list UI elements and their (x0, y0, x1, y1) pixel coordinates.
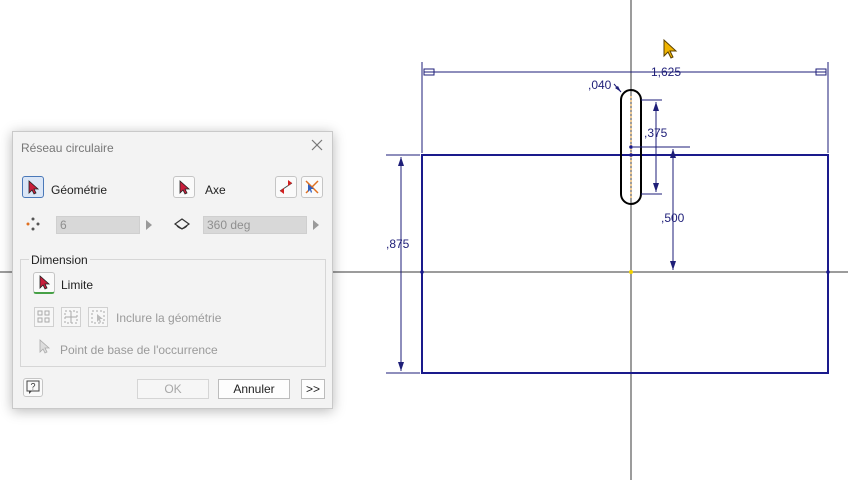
select-arrow-icon (39, 275, 51, 290)
svg-text:?: ? (31, 382, 36, 392)
angle-flyout-arrow-icon[interactable] (313, 220, 319, 230)
associative-icon (305, 180, 319, 194)
dimension-group-title: Dimension (29, 253, 90, 267)
select-arrow-icon (28, 180, 40, 195)
grid-pattern-icon (37, 310, 50, 323)
grid-center-icon (64, 310, 78, 324)
geometry-label: Géométrie (51, 183, 108, 197)
count-input[interactable]: 6 (56, 216, 140, 234)
include-geometry-button-3[interactable] (88, 307, 108, 327)
include-geometry-label: Inclure la géométrie (116, 311, 222, 325)
axis-select-button[interactable] (173, 176, 195, 198)
angle-input[interactable]: 360 deg (203, 216, 307, 234)
angle-icon (173, 218, 191, 230)
grid-select-icon (91, 310, 105, 324)
width-dimension[interactable]: 1,625 (421, 62, 829, 153)
ok-button[interactable]: OK (137, 379, 209, 399)
base-point-arrow-icon[interactable] (35, 337, 53, 357)
limit-select-button[interactable] (33, 272, 55, 294)
help-icon: ? (26, 380, 40, 394)
height-dimension[interactable]: ,875 (386, 154, 420, 374)
right-edge-point (826, 270, 830, 274)
help-button[interactable]: ? (23, 378, 43, 397)
cancel-button[interactable]: Annuler (218, 379, 290, 399)
mouse-cursor-icon (663, 38, 678, 59)
slot-offset-label[interactable]: ,500 (661, 211, 685, 225)
height-dimension-label[interactable]: ,875 (386, 237, 410, 251)
close-icon[interactable] (310, 138, 324, 152)
base-point-label: Point de base de l'occurrence (60, 343, 218, 357)
geometry-select-button[interactable] (22, 176, 44, 198)
circular-pattern-dialog: Réseau circulaire Géométrie Axe 6 360 de… (12, 131, 333, 409)
slot-length-label[interactable]: ,375 (644, 126, 668, 140)
associative-button[interactable] (301, 176, 323, 198)
width-dimension-label[interactable]: 1,625 (651, 65, 681, 79)
slot-end-point (629, 153, 633, 157)
sketch-rectangle[interactable] (421, 154, 829, 374)
left-edge-point (420, 270, 424, 274)
flip-direction-button[interactable] (275, 176, 297, 198)
slot-width-dimension[interactable]: ,040 (588, 78, 622, 93)
include-geometry-button-1[interactable] (34, 307, 54, 327)
count-flyout-arrow-icon[interactable] (146, 220, 152, 230)
limit-label: Limite (61, 278, 94, 292)
axis-label: Axe (205, 183, 226, 197)
count-icon (26, 217, 40, 231)
flip-arrows-icon (279, 180, 293, 194)
more-options-button[interactable]: >> (301, 379, 325, 399)
select-arrow-icon (179, 180, 191, 195)
include-geometry-button-2[interactable] (61, 307, 81, 327)
slot-width-label[interactable]: ,040 (588, 78, 612, 92)
origin-point (629, 270, 633, 274)
slot-center-point (629, 145, 633, 149)
dialog-title: Réseau circulaire (21, 141, 114, 155)
